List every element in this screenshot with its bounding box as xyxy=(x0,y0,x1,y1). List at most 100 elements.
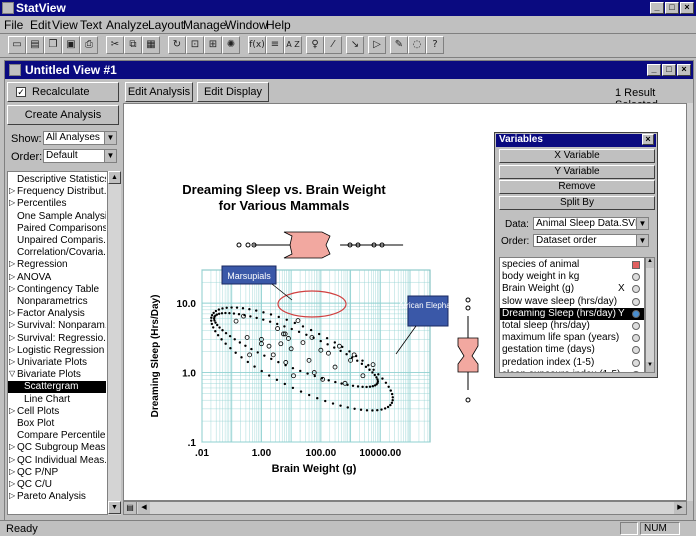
analysis-list-item[interactable]: Descriptive Statistics xyxy=(8,174,106,186)
line-tool-icon[interactable]: ↘ xyxy=(346,36,364,54)
triangle-right-icon[interactable]: ▷ xyxy=(9,308,15,317)
menu-manage[interactable]: Manage xyxy=(183,18,226,32)
scroll-up-icon[interactable]: ▲ xyxy=(646,258,654,268)
zoom-icon[interactable]: ⊞ xyxy=(204,36,222,54)
analysis-list-item[interactable]: Paired Comparisons xyxy=(8,223,106,235)
arrow-icon[interactable]: ▷ xyxy=(368,36,386,54)
variable-row[interactable]: slow wave sleep (hrs/day) xyxy=(500,296,644,308)
triangle-right-icon[interactable]: ▷ xyxy=(9,284,15,293)
analysis-list-item[interactable]: ▷ QC Subgroup Meas... xyxy=(8,442,106,454)
scroll-right-icon[interactable]: ▶ xyxy=(674,502,686,514)
analysis-list-item[interactable]: Box Plot xyxy=(8,418,106,430)
app-icon[interactable] xyxy=(2,2,14,14)
triangle-right-icon[interactable]: ▷ xyxy=(9,467,15,476)
variables-close-button[interactable]: × xyxy=(642,134,654,145)
triangle-down-icon[interactable]: ▽ xyxy=(9,369,15,378)
help-icon[interactable]: ? xyxy=(426,36,444,54)
page-icon[interactable]: ▤ xyxy=(124,502,137,514)
pencil-icon[interactable]: ✎ xyxy=(390,36,408,54)
analysis-list-item[interactable]: ▷ Cell Plots xyxy=(8,406,106,418)
burst-icon[interactable]: ✺ xyxy=(222,36,240,54)
show-select[interactable]: All Analyses ▼ xyxy=(43,131,117,145)
triangle-right-icon[interactable]: ▷ xyxy=(9,357,15,366)
new-icon[interactable]: ▭ xyxy=(8,36,26,54)
menu-edit[interactable]: Edit xyxy=(30,18,51,32)
maximize-button[interactable]: □ xyxy=(665,2,679,14)
document-icon[interactable] xyxy=(9,64,21,76)
triangle-right-icon[interactable]: ▷ xyxy=(9,491,15,500)
triangle-right-icon[interactable]: ▷ xyxy=(9,272,15,281)
x-variable-button[interactable]: X Variable xyxy=(499,149,655,163)
doc-close-button[interactable]: × xyxy=(677,64,691,76)
minimize-button[interactable]: _ xyxy=(650,2,664,14)
scroll-left-icon[interactable]: ◀ xyxy=(138,502,150,514)
create-analysis-button[interactable]: Create Analysis xyxy=(7,105,119,125)
menu-help[interactable]: Help xyxy=(266,18,291,32)
triangle-right-icon[interactable]: ▷ xyxy=(9,333,15,342)
scroll-down-icon[interactable]: ▼ xyxy=(646,362,654,372)
analysis-list-item[interactable]: Correlation/Covaria... xyxy=(8,247,106,259)
y-variable-button[interactable]: Y Variable xyxy=(499,164,655,179)
scroll-up-icon[interactable]: ▲ xyxy=(108,171,121,184)
link-icon[interactable]: ⊡ xyxy=(186,36,204,54)
analysis-list-scrollbar[interactable]: ▲ ▼ xyxy=(107,171,121,515)
analysis-list-item[interactable]: Compare Percentile... xyxy=(8,430,106,442)
analysis-list-item[interactable]: Scattergram xyxy=(8,381,106,394)
copy-icon[interactable]: ⧉ xyxy=(124,36,142,54)
order-select[interactable]: Default ▼ xyxy=(43,149,117,163)
recalculate-checkbox[interactable]: ✓ Recalculate xyxy=(7,82,119,102)
menu-view[interactable]: View xyxy=(52,18,78,32)
analysis-list-item[interactable]: ▷ Percentiles xyxy=(8,198,106,210)
menu-text[interactable]: Text xyxy=(80,18,102,32)
cut-icon[interactable]: ✂ xyxy=(106,36,124,54)
analysis-list-item[interactable]: ▷ Survival: Nonparam... xyxy=(8,320,106,332)
variable-row[interactable]: body weight in kg xyxy=(500,271,644,283)
menu-window[interactable]: Window xyxy=(225,18,268,32)
open-icon[interactable]: ▤ xyxy=(26,36,44,54)
formula-icon[interactable]: f(x) xyxy=(248,36,266,54)
edit-display-button[interactable]: Edit Display xyxy=(197,82,269,102)
analysis-list-item[interactable]: ▷ Factor Analysis xyxy=(8,308,106,320)
data-select[interactable]: Animal Sleep Data.SVD ▼ xyxy=(533,217,649,230)
doc-minimize-button[interactable]: _ xyxy=(647,64,661,76)
triangle-right-icon[interactable]: ▷ xyxy=(9,442,15,451)
rotate-icon[interactable]: ↻ xyxy=(168,36,186,54)
analysis-list-item[interactable]: One Sample Analysis xyxy=(8,211,106,223)
remove-button[interactable]: Remove xyxy=(499,180,655,194)
triangle-right-icon[interactable]: ▷ xyxy=(9,259,15,268)
analysis-list-item[interactable]: ▷ Logistic Regression xyxy=(8,345,106,357)
gender-icon[interactable]: ♀ xyxy=(306,36,324,54)
variable-row[interactable]: total sleep (hrs/day) xyxy=(500,320,644,332)
analysis-list-item[interactable]: Nonparametrics xyxy=(8,296,106,308)
split-by-button[interactable]: Split By xyxy=(499,195,655,210)
variable-row[interactable]: predation index (1-5) xyxy=(500,357,644,369)
analysis-list-item[interactable]: ▽ Bivariate Plots xyxy=(8,369,106,381)
canvas-vscroll[interactable] xyxy=(687,103,693,501)
triangle-right-icon[interactable]: ▷ xyxy=(9,479,15,488)
analysis-list-item[interactable]: ▷ Regression xyxy=(8,259,106,271)
analysis-list-item[interactable]: ▷ ANOVA xyxy=(8,272,106,284)
canvas-hscroll[interactable]: ▤ ◀ ▶ xyxy=(123,501,687,515)
print-icon[interactable]: ⎙ xyxy=(80,36,98,54)
variable-row[interactable]: gestation time (days) xyxy=(500,344,644,356)
variable-row[interactable]: sleep exposure index (1-5) xyxy=(500,369,644,372)
variables-scrollbar[interactable]: ▲ ▼ xyxy=(645,257,655,373)
edit-analysis-button[interactable]: Edit Analysis xyxy=(125,82,193,102)
doc-maximize-button[interactable]: □ xyxy=(662,64,676,76)
menu-analyze[interactable]: Analyze xyxy=(106,18,149,32)
variable-row[interactable]: species of animal xyxy=(500,259,644,271)
variable-row[interactable]: Dreaming Sleep (hrs/day) Y xyxy=(500,307,644,320)
analysis-list-item[interactable]: ▷ QC C/U xyxy=(8,479,106,491)
sort-icon[interactable]: A Z xyxy=(284,36,302,54)
menu-file[interactable]: File xyxy=(4,18,23,32)
paste-icon[interactable]: ▦ xyxy=(142,36,160,54)
save-icon[interactable]: ▣ xyxy=(62,36,80,54)
lasso-icon[interactable]: ◌ xyxy=(408,36,426,54)
triangle-right-icon[interactable]: ▷ xyxy=(9,345,15,354)
menu-layout[interactable]: Layout xyxy=(148,18,184,32)
analysis-list-item[interactable]: ▷ QC P/NP xyxy=(8,467,106,479)
variable-row[interactable]: Brain Weight (g) X xyxy=(500,283,644,295)
scroll-down-icon[interactable]: ▼ xyxy=(108,501,121,514)
variable-row[interactable]: maximum life span (years) xyxy=(500,332,644,344)
analysis-list-item[interactable]: ▷ Frequency Distribut... xyxy=(8,186,106,198)
